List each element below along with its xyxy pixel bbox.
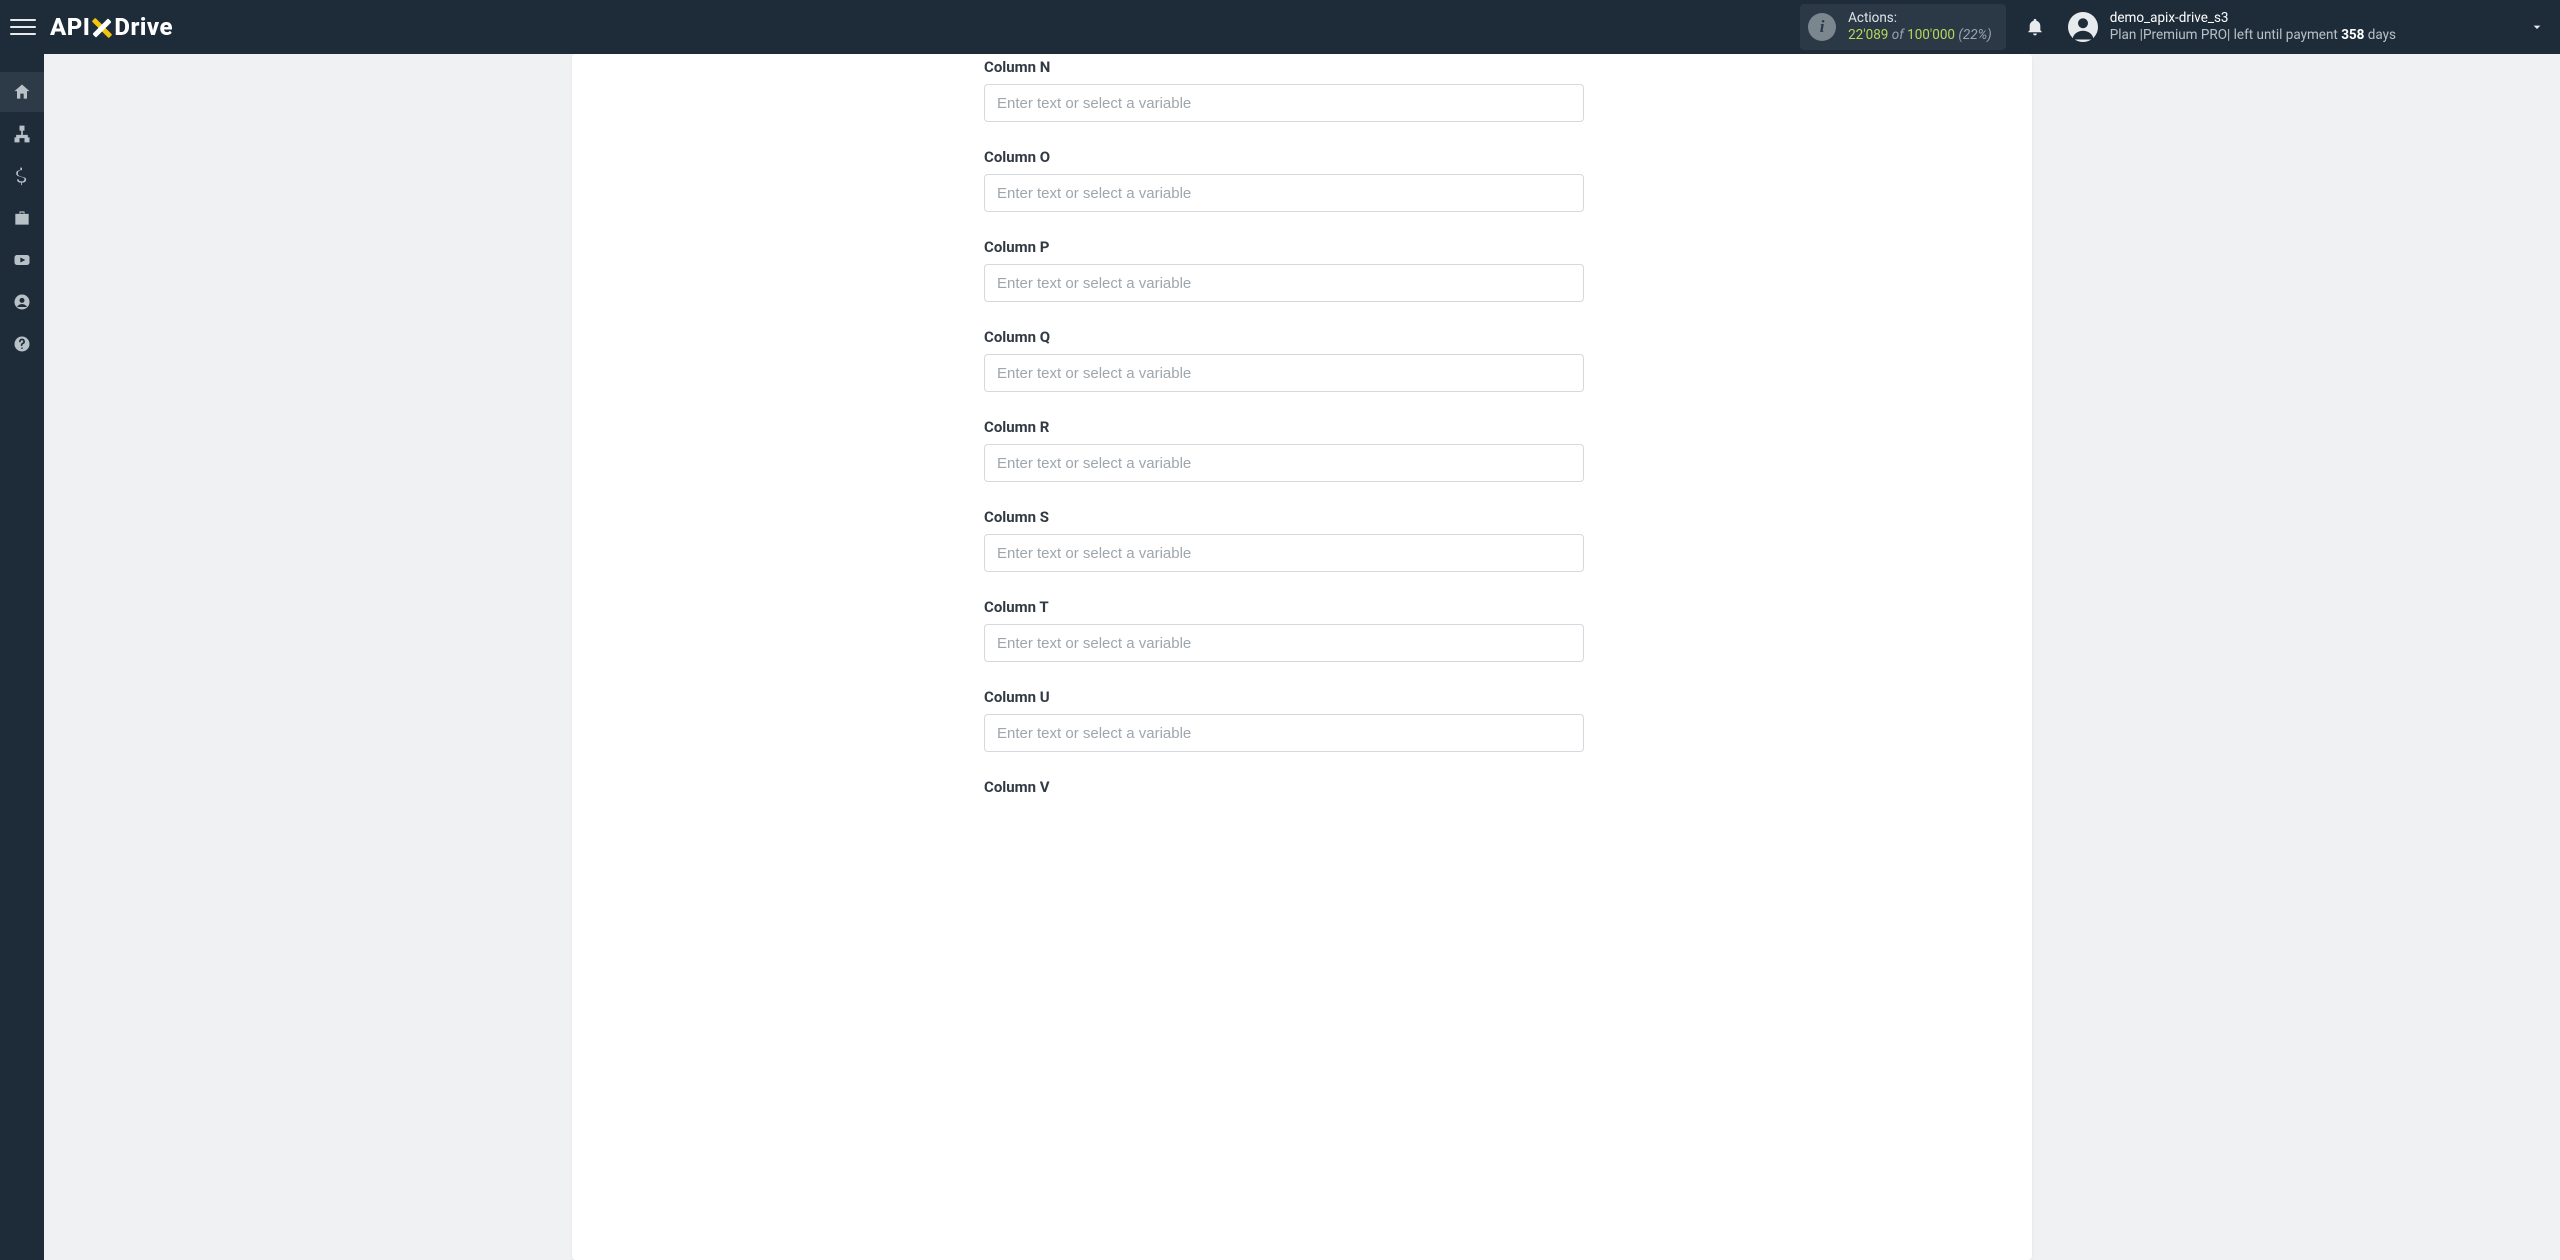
sitemap-icon — [12, 124, 32, 144]
home-icon — [12, 82, 32, 102]
fields-container: Column N Column O Column P Column Q Colu… — [984, 54, 1584, 796]
field-label: Column N — [984, 58, 1584, 76]
field-column-r: Column R — [984, 418, 1584, 482]
avatar — [2068, 12, 2098, 42]
user-plan: Plan |Premium PRO| left until payment 35… — [2110, 27, 2396, 44]
actions-pct: (22%) — [1958, 27, 1991, 43]
user-name: demo_apix-drive_s3 — [2110, 10, 2396, 27]
field-label: Column P — [984, 238, 1584, 256]
sidebar-item-youtube[interactable] — [0, 240, 44, 280]
actions-used: 22'089 — [1848, 27, 1888, 43]
actions-usage-text: Actions: 22'089 of 100'000 (22%) — [1848, 10, 1992, 44]
field-column-n: Column N — [984, 54, 1584, 122]
sidebar-item-account[interactable] — [0, 282, 44, 322]
user-menu[interactable]: demo_apix-drive_s3 Plan |Premium PRO| le… — [2068, 10, 2546, 44]
logo-text-left: API — [50, 13, 90, 41]
field-column-q: Column Q — [984, 328, 1584, 392]
actions-of: of — [1892, 27, 1904, 43]
field-input-column-o[interactable] — [984, 174, 1584, 212]
info-icon: i — [1808, 13, 1836, 41]
notifications-button[interactable] — [2024, 16, 2046, 38]
sidebar-item-briefcase[interactable] — [0, 198, 44, 238]
field-input-column-u[interactable] — [984, 714, 1584, 752]
menu-toggle-button[interactable] — [10, 14, 36, 40]
sidebar-item-connections[interactable] — [0, 114, 44, 154]
field-label: Column U — [984, 688, 1584, 706]
field-input-column-t[interactable] — [984, 624, 1584, 662]
field-column-p: Column P — [984, 238, 1584, 302]
field-column-o: Column O — [984, 148, 1584, 212]
field-input-column-r[interactable] — [984, 444, 1584, 482]
logo-text-right: Drive — [114, 13, 173, 41]
actions-label: Actions: — [1848, 10, 1992, 27]
field-input-column-q[interactable] — [984, 354, 1584, 392]
field-label: Column T — [984, 598, 1584, 616]
field-column-s: Column S — [984, 508, 1584, 572]
sidebar-item-home[interactable] — [0, 72, 44, 112]
field-label: Column R — [984, 418, 1584, 436]
user-circle-icon — [12, 292, 32, 312]
logo-x-icon — [91, 17, 113, 39]
briefcase-icon — [12, 208, 32, 228]
user-text: demo_apix-drive_s3 Plan |Premium PRO| le… — [2110, 10, 2396, 44]
field-label: Column V — [984, 778, 1584, 796]
page-scroll[interactable]: Column N Column O Column P Column Q Colu… — [44, 54, 2560, 1260]
field-input-column-n[interactable] — [984, 84, 1584, 122]
field-column-t: Column T — [984, 598, 1584, 662]
sidebar-item-billing[interactable] — [0, 156, 44, 196]
field-input-column-s[interactable] — [984, 534, 1584, 572]
sidebar-item-help[interactable] — [0, 324, 44, 364]
field-input-column-p[interactable] — [984, 264, 1584, 302]
actions-usage-chip[interactable]: i Actions: 22'089 of 100'000 (22%) — [1800, 4, 2006, 50]
dollar-icon — [12, 166, 32, 186]
field-column-v: Column V — [984, 778, 1584, 796]
actions-limit: 100'000 — [1907, 27, 1955, 43]
youtube-icon — [12, 250, 32, 270]
top-bar: API Drive i Actions: 22'089 of 100'000 (… — [0, 0, 2560, 54]
sidebar-rail — [0, 54, 44, 1260]
field-label: Column Q — [984, 328, 1584, 346]
logo[interactable]: API Drive — [50, 13, 173, 41]
field-label: Column S — [984, 508, 1584, 526]
field-column-u: Column U — [984, 688, 1584, 752]
form-card: Column N Column O Column P Column Q Colu… — [572, 54, 2032, 1260]
bell-icon — [2025, 17, 2045, 37]
field-label: Column O — [984, 148, 1584, 166]
chevron-down-icon — [2528, 18, 2546, 36]
help-icon — [12, 334, 32, 354]
user-icon — [2068, 12, 2098, 42]
